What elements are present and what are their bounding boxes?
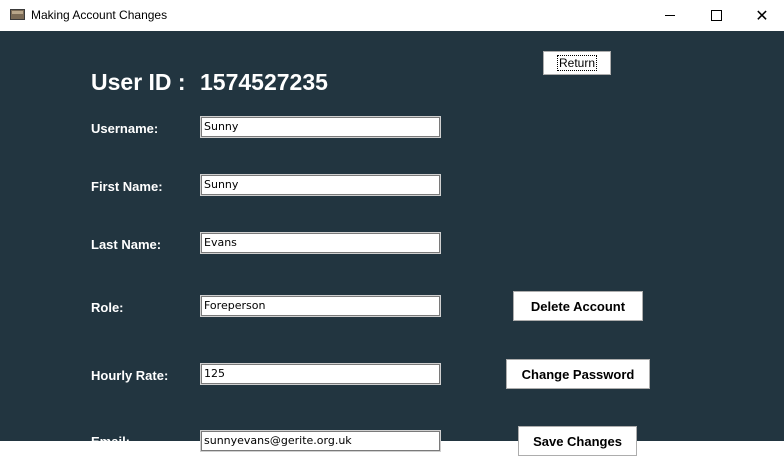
last-name-input[interactable]: Evans [200, 232, 441, 254]
username-input[interactable]: Sunny [200, 116, 441, 138]
minimize-icon [665, 15, 675, 16]
account-form: User ID : 1574527235 Return Username: Su… [0, 31, 784, 456]
user-id-value: 1574527235 [200, 69, 328, 95]
email-label: Email: [91, 434, 131, 449]
close-icon: ✕ [755, 5, 769, 25]
app-icon [10, 9, 25, 20]
save-changes-button[interactable]: Save Changes [518, 426, 637, 456]
change-password-button[interactable]: Change Password [506, 359, 650, 389]
minimize-button[interactable] [647, 0, 693, 31]
return-button-label: Return [556, 55, 598, 71]
title-bar: Making Account Changes ✕ [0, 0, 784, 31]
role-label: Role: [91, 300, 124, 315]
user-id-label: User ID : [91, 69, 186, 95]
email-input[interactable]: sunnyevans@gerite.org.uk [200, 430, 441, 452]
first-name-label: First Name: [91, 179, 163, 194]
hourly-rate-label: Hourly Rate: [91, 368, 169, 383]
hourly-rate-input[interactable]: 125 [200, 363, 441, 385]
maximize-icon [710, 10, 722, 21]
delete-account-button[interactable]: Delete Account [513, 291, 643, 321]
return-button[interactable]: Return [543, 51, 611, 75]
username-label: Username: [91, 121, 159, 136]
window-title: Making Account Changes [31, 8, 168, 22]
close-button[interactable]: ✕ [739, 0, 784, 31]
maximize-button[interactable] [693, 0, 739, 31]
first-name-input[interactable]: Sunny [200, 174, 441, 196]
last-name-label: Last Name: [91, 237, 162, 252]
role-input[interactable]: Foreperson [200, 295, 441, 317]
